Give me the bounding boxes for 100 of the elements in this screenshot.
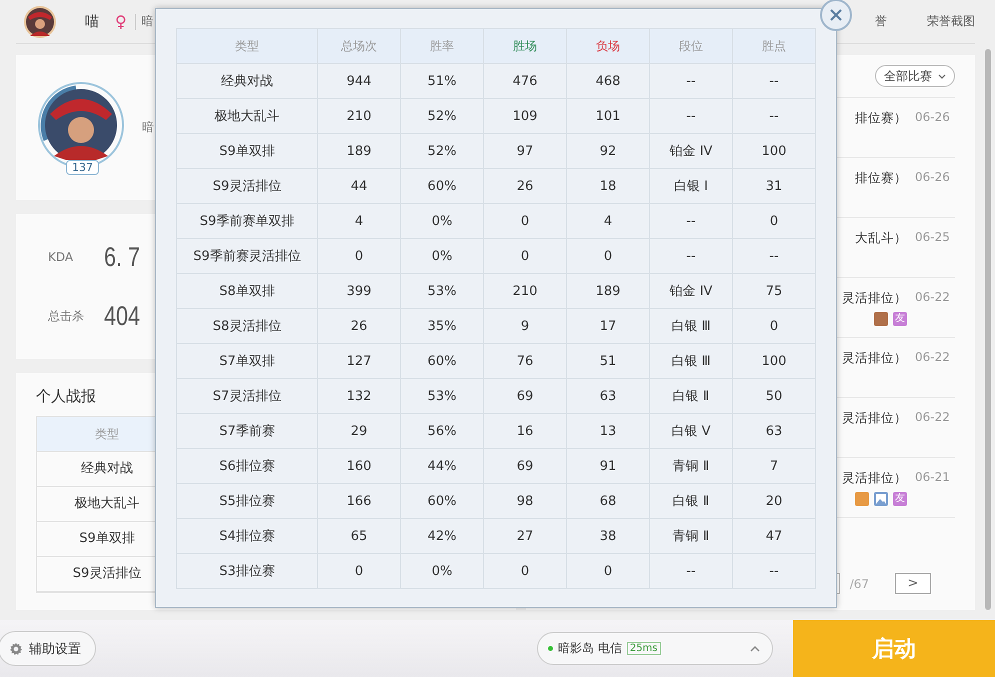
- column-header: 总场次: [318, 28, 400, 64]
- table-cell: 100: [732, 344, 816, 378]
- table-cell: 26: [318, 308, 400, 344]
- table-cell: 经典对战: [176, 64, 318, 98]
- table-cell: --: [650, 554, 732, 588]
- table-cell: 468: [566, 64, 650, 98]
- stat-value: 404: [104, 300, 140, 332]
- table-cell: 476: [484, 64, 566, 98]
- server-name: 暗影岛 电信: [558, 640, 622, 657]
- table-cell: 52%: [400, 98, 484, 134]
- table-cell: 132: [318, 378, 400, 414]
- status-dot: [548, 646, 553, 651]
- settings-button[interactable]: 辅助设置: [0, 631, 96, 666]
- next-page-button[interactable]: >: [895, 573, 931, 594]
- table-cell: 53%: [400, 274, 484, 308]
- table-cell: 0: [484, 554, 566, 588]
- table-cell: 31: [732, 168, 816, 204]
- table-cell: 166: [318, 484, 400, 518]
- match-mode: 灵活排位）: [842, 290, 907, 307]
- table-cell: 0: [566, 554, 650, 588]
- table-cell: 75: [732, 274, 816, 308]
- table-cell: 63: [566, 378, 650, 414]
- table-cell: 210: [318, 98, 400, 134]
- match-date: 06-21: [915, 470, 951, 486]
- table-cell: S8灵活排位: [176, 308, 318, 344]
- table-cell: 35%: [400, 308, 484, 344]
- table-cell: 白银 Ⅱ: [650, 484, 732, 518]
- friend-badge: 友: [893, 492, 907, 506]
- table-cell: 0: [318, 238, 400, 274]
- table-cell: 63: [732, 414, 816, 448]
- table-cell: 青铜 Ⅱ: [650, 448, 732, 484]
- caret-icon: [750, 646, 760, 652]
- table-cell: --: [650, 98, 732, 134]
- filter-dropdown[interactable]: 全部比赛: [875, 65, 955, 87]
- table-cell: 4: [566, 204, 650, 238]
- table-cell: 青铜 Ⅱ: [650, 518, 732, 554]
- match-mode: 灵活排位）: [842, 350, 907, 367]
- table-cell: 27: [484, 518, 566, 554]
- match-date: 06-22: [915, 410, 951, 426]
- nav-tab[interactable]: 誉: [875, 13, 887, 30]
- match-mode: 大乱斗）: [855, 230, 907, 247]
- server-selector[interactable]: 暗影岛 电信 25ms: [537, 632, 773, 665]
- match-mode: 灵活排位）: [842, 410, 907, 427]
- table-cell: 92: [566, 134, 650, 168]
- table-cell: 9: [484, 308, 566, 344]
- stat-label: KDA: [48, 250, 74, 264]
- table-cell: 26: [484, 168, 566, 204]
- table-cell: 50: [732, 378, 816, 414]
- table-cell: --: [732, 98, 816, 134]
- table-cell: 91: [566, 448, 650, 484]
- table-cell: 944: [318, 64, 400, 98]
- nav-tab[interactable]: 荣誉截图: [927, 13, 975, 30]
- table-cell: S9季前赛单双排: [176, 204, 318, 238]
- table-cell: --: [732, 238, 816, 274]
- table-cell: --: [650, 64, 732, 98]
- table-cell: 铂金 IV: [650, 274, 732, 308]
- player-name: 暗: [142, 119, 154, 136]
- table-cell: 51: [566, 344, 650, 378]
- table-cell: 0: [484, 238, 566, 274]
- avatar-icon[interactable]: [23, 4, 57, 38]
- table-cell: 4: [318, 204, 400, 238]
- caret-icon: [938, 74, 946, 78]
- column-header: 负场: [566, 28, 650, 64]
- table-cell: 98: [484, 484, 566, 518]
- table-cell: 189: [566, 274, 650, 308]
- table-cell: 38: [566, 518, 650, 554]
- table-cell: 160: [318, 448, 400, 484]
- table-cell: 47: [732, 518, 816, 554]
- match-mode: 排位赛）: [855, 170, 907, 187]
- nickname: 喵: [85, 12, 99, 30]
- column-header: 胜率: [400, 28, 484, 64]
- table-cell: 101: [566, 98, 650, 134]
- friend-badge: 友: [893, 312, 907, 326]
- section-title: 个人战报: [36, 387, 96, 406]
- match-date: 06-22: [915, 350, 951, 366]
- scrollbar[interactable]: [985, 49, 991, 610]
- match-mode: 排位赛）: [855, 110, 907, 127]
- table-cell: 76: [484, 344, 566, 378]
- table-cell: 127: [318, 344, 400, 378]
- table-cell: S9季前赛灵活排位: [176, 238, 318, 274]
- close-button[interactable]: [820, 0, 852, 31]
- column-header: 类型: [176, 28, 318, 64]
- table-cell: --: [650, 238, 732, 274]
- level-badge: 137: [66, 160, 99, 174]
- table-cell: 44: [318, 168, 400, 204]
- table-cell: 210: [484, 274, 566, 308]
- match-date: 06-22: [915, 290, 951, 306]
- table-cell: 0%: [400, 554, 484, 588]
- ping-badge: 25ms: [626, 642, 661, 655]
- page-total: /67: [850, 576, 869, 590]
- match-date: 06-26: [915, 110, 951, 126]
- table-cell: --: [732, 554, 816, 588]
- table-cell: S9单双排: [176, 134, 318, 168]
- table-cell: 56%: [400, 414, 484, 448]
- table-cell: 7: [732, 448, 816, 484]
- table-cell: 53%: [400, 378, 484, 414]
- table-cell: 白银 Ⅴ: [650, 414, 732, 448]
- table-cell: 铂金 IV: [650, 134, 732, 168]
- table-cell: 51%: [400, 64, 484, 98]
- match-date: 06-25: [915, 230, 951, 246]
